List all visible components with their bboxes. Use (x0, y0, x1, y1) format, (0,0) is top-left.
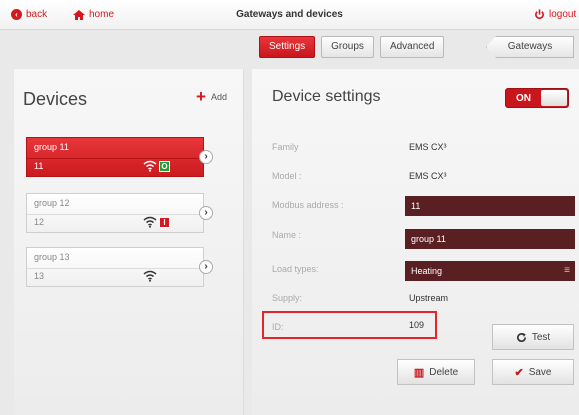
devices-panel: Devices + Add group 11 11 O › group 12 1… (14, 69, 244, 415)
tab-settings[interactable]: Settings (259, 36, 316, 58)
chevron-right-icon[interactable]: › (199, 260, 213, 274)
logout-label: logout (549, 9, 577, 20)
menu-icon: ≡ (564, 265, 570, 276)
wifi-icon (143, 270, 157, 282)
test-button[interactable]: Test (492, 324, 574, 350)
load-types-select[interactable]: Heating ≡ (405, 261, 575, 281)
group-item-12[interactable]: group 12 12 I › (26, 193, 213, 233)
toggle-knob (541, 90, 567, 106)
toggle-label: ON (516, 93, 531, 104)
tab-advanced[interactable]: Advanced (379, 36, 445, 58)
tab-bar: Settings Groups Advanced (259, 36, 445, 58)
load-types-value: Heating (411, 266, 443, 276)
load-types-label: Load types: (272, 264, 319, 274)
devices-heading: Devices (23, 89, 88, 109)
device-settings-panel: Device settings ON Family EMS CX³ Model … (252, 69, 579, 415)
logout-link[interactable]: logout (534, 9, 576, 20)
save-button[interactable]: ✔ Save (492, 359, 574, 385)
id-highlight-box (262, 311, 437, 339)
group-name: group 11 (34, 142, 69, 152)
refresh-icon (516, 332, 526, 342)
model-label: Model : (272, 171, 302, 181)
family-label: Family (272, 142, 299, 152)
divider (27, 158, 203, 159)
group-id: 12 (34, 217, 45, 227)
modbus-label: Modbus address : (272, 200, 344, 210)
status-badge: I (159, 217, 170, 228)
plus-icon: + (196, 87, 206, 106)
group-name: group 13 (34, 252, 70, 262)
group-item-13[interactable]: group 13 13 › (26, 247, 213, 287)
test-label: Test (531, 331, 551, 343)
add-device-button[interactable]: + Add (196, 87, 227, 106)
delete-label: Delete (429, 366, 459, 378)
family-value: EMS CX³ (409, 142, 447, 152)
group-id: 13 (34, 271, 45, 281)
on-off-toggle[interactable]: ON (505, 88, 569, 108)
group-item-11[interactable]: group 11 11 O › (26, 137, 213, 177)
add-label: Add (210, 91, 227, 102)
name-label: Name : (272, 230, 302, 240)
group-name: group 12 (34, 198, 70, 208)
power-icon (535, 9, 544, 20)
checkmark-icon: ✔ (514, 366, 524, 379)
top-bar: ‹ back home Gateways and devices logout (0, 0, 579, 30)
name-field[interactable]: group 11 (405, 229, 575, 249)
delete-button[interactable]: ▥ Delete (397, 359, 475, 385)
wifi-icon (143, 216, 157, 228)
page-title: Gateways and devices (236, 9, 343, 20)
wifi-icon (143, 160, 157, 172)
settings-heading: Device settings (272, 88, 381, 105)
supply-label: Supply: (272, 293, 303, 303)
chevron-right-icon[interactable]: › (199, 150, 213, 164)
save-label: Save (528, 366, 552, 378)
supply-value: Upstream (409, 293, 449, 303)
trash-icon: ▥ (413, 366, 425, 379)
gateways-tab[interactable]: Gateways (486, 36, 574, 58)
divider (27, 268, 203, 269)
status-badge: O (159, 161, 170, 172)
tab-groups[interactable]: Groups (321, 36, 374, 58)
chevron-right-icon[interactable]: › (199, 206, 213, 220)
divider (27, 214, 203, 215)
model-value: EMS CX³ (409, 171, 447, 181)
modbus-address-field[interactable]: 11 (405, 196, 575, 216)
group-id: 11 (34, 161, 44, 171)
